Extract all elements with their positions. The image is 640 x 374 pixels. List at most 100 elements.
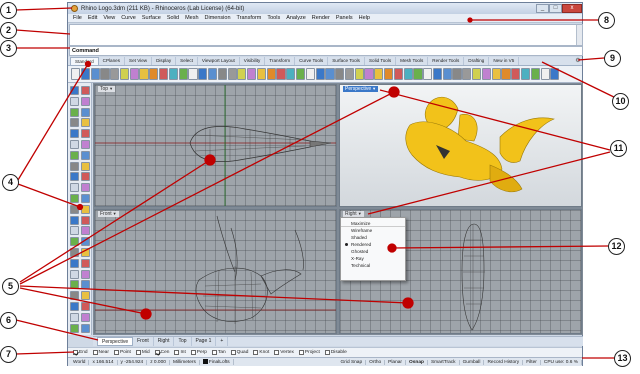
command-history[interactable] — [69, 24, 583, 46]
osnap-checkbox[interactable] — [253, 350, 259, 355]
toolbar-tool-icon[interactable] — [139, 68, 149, 80]
toolbar-tool-icon[interactable] — [423, 68, 433, 80]
sidebar-tool-icon[interactable] — [70, 161, 79, 171]
viewport-label-perspective[interactable]: Perspective▼ — [343, 86, 379, 92]
sidebar-tool-icon[interactable] — [70, 323, 79, 333]
toolbar-tool-icon[interactable] — [295, 68, 306, 80]
tab-new-in-v5[interactable]: New in V5 — [489, 57, 520, 65]
tab-drafting[interactable]: Drafting — [464, 57, 490, 65]
toolbar-tool-icon[interactable] — [452, 68, 462, 80]
toolbar-tool-icon[interactable] — [472, 68, 482, 80]
sidebar-tool-icon[interactable] — [70, 118, 79, 128]
toolbar-tool-icon[interactable] — [129, 68, 139, 80]
tab-visibility[interactable]: Visibility — [240, 57, 266, 65]
osnap-toggle[interactable]: Osnap — [406, 359, 428, 365]
toolbar-tool-icon[interactable] — [149, 68, 159, 80]
toolbar-tool-icon[interactable] — [110, 68, 120, 80]
toolbar-tool-icon[interactable] — [286, 68, 296, 80]
toolbar-tool-icon[interactable] — [501, 68, 511, 80]
sidebar-tool-icon[interactable] — [70, 86, 79, 95]
toolbar-tool-icon[interactable] — [100, 68, 110, 80]
toolbar-tool-icon[interactable] — [344, 68, 355, 80]
sidebar-tool-icon[interactable] — [70, 96, 79, 106]
sidebar-tool-icon[interactable] — [70, 226, 79, 236]
record-history-toggle[interactable]: Record History — [484, 359, 524, 365]
sidebar-tool-icon[interactable] — [81, 312, 90, 322]
sidebar-tool-icon[interactable] — [81, 215, 90, 225]
osnap-project[interactable]: Project — [298, 350, 320, 355]
menu-file[interactable]: File — [70, 15, 85, 21]
viewport-perspective[interactable]: Perspective▼ — [339, 84, 582, 207]
toolbar-tool-icon[interactable] — [325, 68, 335, 80]
sidebar-tool-icon[interactable] — [81, 86, 90, 95]
toolbar-tool-icon[interactable] — [491, 68, 501, 80]
menu-dimension[interactable]: Dimension — [202, 15, 234, 21]
tab-surface-tools[interactable]: Surface Tools — [328, 57, 365, 65]
osnap-checkbox[interactable] — [113, 350, 119, 355]
toolbar-tool-icon[interactable] — [159, 68, 169, 80]
osnap-checkbox[interactable] — [274, 350, 280, 355]
menu-curve[interactable]: Curve — [118, 15, 139, 21]
menu-view[interactable]: View — [100, 15, 118, 21]
cplane-world[interactable]: World — [70, 359, 90, 365]
tab-solid-tools[interactable]: Solid Tools — [365, 57, 397, 65]
menu-render[interactable]: Render — [309, 15, 333, 21]
tab-select[interactable]: Select — [176, 57, 198, 65]
ctx-rendered[interactable]: Rendered — [341, 241, 405, 248]
ctx-shaded[interactable]: Shaded — [341, 234, 405, 241]
sidebar-tool-icon[interactable] — [81, 96, 90, 106]
menu-mesh[interactable]: Mesh — [182, 15, 201, 21]
sidebar-tool-icon[interactable] — [81, 194, 90, 203]
osnap-checkbox[interactable] — [190, 350, 196, 355]
toolbar-tool-icon[interactable] — [432, 68, 443, 80]
tab-mesh-tools[interactable]: Mesh Tools — [396, 57, 429, 65]
menu-transform[interactable]: Transform — [234, 15, 265, 21]
osnap-checkbox[interactable] — [92, 350, 98, 355]
toolbar-tool-icon[interactable] — [393, 68, 403, 80]
sidebar-tool-icon[interactable] — [81, 291, 90, 301]
ctx-ghosted[interactable]: Ghosted — [341, 248, 405, 255]
minimize-button[interactable]: _ — [536, 4, 549, 13]
tab-standard[interactable]: Standard — [70, 57, 99, 65]
ctx-xray[interactable]: X-Ray — [341, 255, 405, 262]
sidebar-tool-icon[interactable] — [70, 237, 79, 247]
grid-snap-toggle[interactable]: Grid Snap — [338, 359, 367, 365]
menu-analyze[interactable]: Analyze — [283, 15, 309, 21]
command-line[interactable]: Command — [69, 46, 583, 56]
osnap-checkbox[interactable] — [211, 350, 217, 355]
toolbar-tool-icon[interactable] — [119, 68, 130, 80]
toolbar-tool-icon[interactable] — [442, 68, 452, 80]
sidebar-tool-icon[interactable] — [70, 140, 79, 149]
sidebar-tool-icon[interactable] — [81, 172, 90, 182]
osnap-tan[interactable]: Tan — [211, 350, 226, 355]
toolbar-tool-icon[interactable] — [247, 68, 257, 80]
toolbar-tool-icon[interactable] — [403, 68, 413, 80]
menu-surface[interactable]: Surface — [139, 15, 164, 21]
toolbar-tool-icon[interactable] — [550, 68, 560, 80]
osnap-perp[interactable]: Perp — [190, 350, 207, 355]
viewport-tab-page-1[interactable]: Page 1 — [192, 337, 217, 346]
sidebar-tool-icon[interactable] — [81, 237, 90, 247]
toolbar-tool-icon[interactable] — [540, 68, 550, 80]
sidebar-tool-icon[interactable] — [81, 280, 90, 290]
toolbar-tool-icon[interactable] — [90, 68, 100, 80]
sidebar-tool-icon[interactable] — [81, 161, 90, 171]
toolbar-tool-icon[interactable] — [315, 68, 325, 80]
sidebar-tool-icon[interactable] — [81, 118, 90, 128]
toolbar-tool-icon[interactable] — [80, 68, 90, 80]
osnap-near[interactable]: Near — [92, 350, 109, 355]
sidebar-tool-icon[interactable] — [81, 258, 90, 268]
toolbar-tool-icon[interactable] — [374, 68, 384, 80]
toolbar-tool-icon[interactable] — [188, 68, 198, 80]
tab-transform[interactable]: Transform — [265, 57, 296, 65]
osnap-cen[interactable]: Cen — [154, 350, 169, 355]
sidebar-tool-icon[interactable] — [81, 226, 90, 236]
sidebar-tool-icon[interactable] — [81, 302, 90, 311]
sidebar-tool-icon[interactable] — [70, 269, 79, 279]
tab-display[interactable]: Display — [152, 57, 177, 65]
osnap-point[interactable]: Point — [113, 350, 131, 355]
osnap-int[interactable]: Int — [174, 350, 186, 355]
tab-viewport-layout[interactable]: Viewport Layout — [198, 57, 240, 65]
osnap-end[interactable]: End — [73, 350, 88, 355]
toolbar-tool-icon[interactable] — [511, 68, 521, 80]
